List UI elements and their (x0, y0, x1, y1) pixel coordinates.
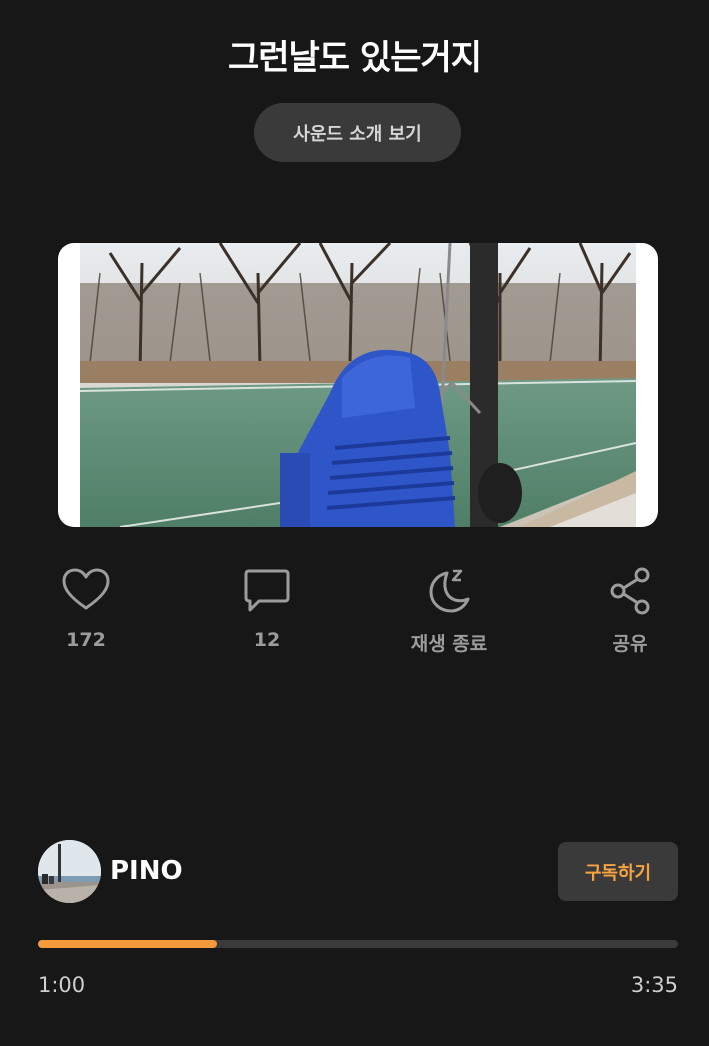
sleep-timer-label: 재생 종료 (410, 633, 488, 655)
sleep-timer-button[interactable]: 재생 종료 (389, 565, 509, 656)
album-cover (58, 243, 658, 527)
total-time: 3:35 (630, 973, 678, 997)
subscribe-button[interactable]: 구독하기 (558, 842, 678, 901)
action-bar: 172 12 재생 종료 공유 (0, 565, 709, 665)
like-button[interactable]: 172 (26, 565, 146, 651)
sound-intro-button[interactable]: 사운드 소개 보기 (254, 103, 461, 162)
speech-bubble-icon (244, 569, 290, 612)
artist-avatar[interactable] (38, 840, 101, 903)
progress-fill (38, 940, 218, 948)
song-title: 그런날도 있는거지 (227, 38, 482, 78)
artist-name[interactable]: PINO (110, 856, 183, 886)
moon-sleep-icon (429, 569, 470, 613)
share-icon (610, 567, 650, 615)
comment-button[interactable]: 12 (207, 565, 327, 651)
current-time: 1:00 (38, 973, 86, 997)
progress-bar[interactable] (38, 940, 678, 948)
share-button[interactable]: 공유 (570, 565, 690, 656)
avatar-photo (38, 840, 101, 903)
heart-icon (62, 568, 110, 610)
like-count: 172 (66, 629, 106, 651)
artist-row: PINO 구독하기 (38, 840, 678, 904)
cover-photo (80, 243, 636, 527)
comment-count: 12 (253, 629, 281, 651)
share-label: 공유 (612, 633, 648, 655)
